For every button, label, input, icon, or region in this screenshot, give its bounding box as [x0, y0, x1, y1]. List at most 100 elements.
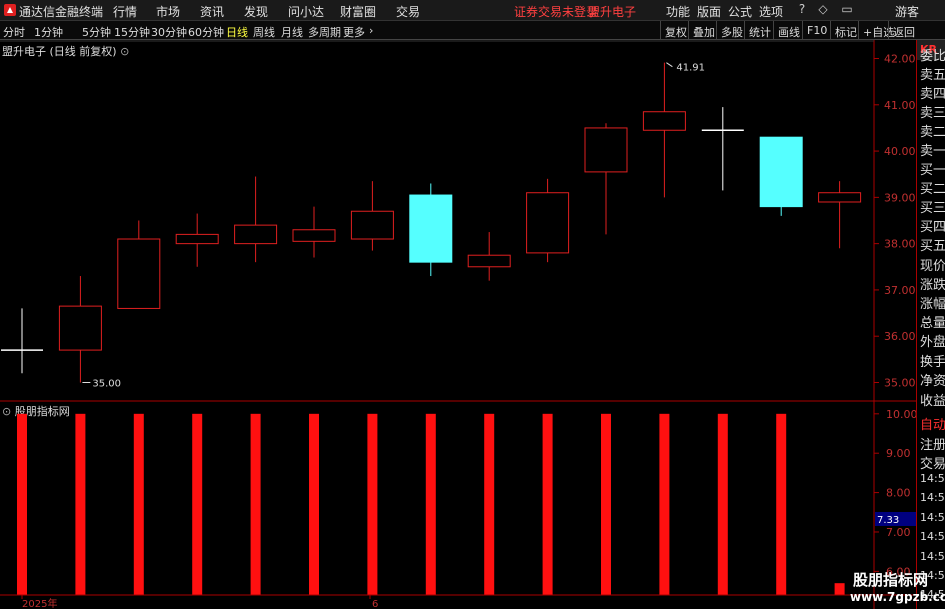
menu-options[interactable]: 选项	[759, 3, 783, 20]
menu-formula[interactable]: 公式	[728, 3, 752, 20]
candle-body	[759, 136, 803, 208]
period-1min[interactable]: 1分钟	[34, 24, 63, 40]
quote-field-label: 外盘	[920, 335, 945, 350]
low-label: 35.00	[92, 378, 121, 389]
quote-field-label: 现价	[920, 259, 945, 274]
quote-field-label: 14:56	[920, 511, 945, 524]
quote-field-label: 卖五	[920, 68, 945, 83]
quote-field-label[interactable]: 交易	[920, 453, 945, 472]
period-more[interactable]: 更多	[343, 24, 365, 40]
y-tick-label: 40.00	[884, 145, 916, 158]
candle-body	[409, 194, 453, 263]
candle-body	[175, 233, 219, 245]
period-monthly[interactable]: 月线	[281, 24, 303, 40]
period-tick[interactable]: 分时	[3, 24, 25, 40]
indicator-bar	[367, 413, 378, 595]
tool-adjust[interactable]: 复权	[660, 21, 691, 40]
menu-news[interactable]: 资讯	[200, 3, 224, 20]
period-toolbar: 分时 1分钟 5分钟 15分钟 30分钟 60分钟 日线 周线 月线 多周期 更…	[0, 21, 945, 40]
quote-field-label[interactable]: 注册	[920, 434, 945, 453]
login-notice[interactable]: 证券交易未登录	[514, 3, 598, 20]
quote-field-label: 换手	[920, 355, 945, 370]
menu-ask[interactable]: 问小达	[288, 3, 324, 20]
menu-trade[interactable]: 交易	[396, 3, 420, 20]
quote-field-label: 买三	[920, 201, 945, 216]
quote-field-label: 卖二	[920, 125, 945, 140]
candle-body	[117, 238, 161, 309]
sub-y-tick-label: 10.00	[886, 408, 916, 421]
skin-icon[interactable]: ◇	[814, 2, 832, 18]
quote-field-label: 涨跌	[920, 278, 945, 293]
tool-mark[interactable]: 标记	[830, 21, 861, 40]
guest-label[interactable]: 游客	[895, 3, 919, 20]
quote-side-panel: KR 委比 卖五 卖四 卖三 卖二 卖一 买一 买二 买三 买四 买五 现价 涨跌 涨幅 总量 外盘 换手 净资收…	[916, 40, 945, 609]
quote-field-label: 卖四	[920, 87, 945, 102]
chart-area[interactable]: 42.00 41.00 40.00 39.00 38.00 37.00 36.00 35.00…	[0, 40, 916, 609]
menu-discover[interactable]: 发现	[244, 3, 268, 20]
menu-wealth-circle[interactable]: 财富圈	[340, 3, 376, 20]
indicator-bar	[425, 413, 436, 595]
sub-y-tick-label: 7.00	[886, 526, 911, 539]
candle-body	[350, 210, 394, 240]
indicator-bar	[834, 583, 845, 595]
indicator-bar	[776, 413, 787, 595]
date-label-year: 2025年	[22, 597, 57, 609]
tool-stats[interactable]: 统计	[744, 21, 775, 40]
menu-market[interactable]: 市场	[156, 3, 180, 20]
y-tick-label: 42.00	[884, 53, 916, 66]
indicator-bar	[309, 413, 319, 595]
quote-field-label: 14:55	[920, 491, 945, 504]
period-60min[interactable]: 60分钟	[188, 24, 224, 40]
candle-body	[234, 224, 278, 245]
quote-field-label: 买二	[920, 182, 945, 197]
period-daily[interactable]: 日线	[226, 24, 248, 40]
candle-body	[292, 229, 336, 242]
quote-field-label: 收益	[920, 394, 945, 409]
quote-field-label: 委比	[920, 49, 945, 64]
high-label: 41.91	[676, 63, 705, 74]
indicator-bar	[484, 413, 495, 595]
app-title: 通达信金融终端	[19, 5, 104, 19]
indicator-bar	[717, 413, 728, 595]
watermark-title: 股朋指标网	[853, 571, 929, 589]
y-tick-label: 39.00	[884, 191, 916, 204]
y-tick-label: 36.00	[884, 330, 916, 343]
tool-overlay[interactable]: 叠加	[688, 21, 719, 40]
indicator-bar	[133, 413, 144, 595]
quote-field-label: 买一	[920, 163, 945, 178]
message-icon[interactable]: ▭	[838, 2, 856, 18]
indicator-bar	[75, 413, 86, 595]
sub-y-tick-label: 8.00	[886, 487, 911, 500]
period-multi[interactable]: 多周期	[308, 24, 341, 40]
tool-f10[interactable]: F10	[802, 21, 831, 40]
sub-y-tick-label: 9.00	[886, 447, 911, 460]
quote-field-label: 买四	[920, 220, 945, 235]
candle-body	[818, 192, 862, 203]
menu-function[interactable]: 功能	[666, 3, 690, 20]
indicator-bar	[250, 413, 261, 595]
current-stock-name: 盟升电子	[588, 5, 637, 19]
y-tick-label: 38.00	[884, 238, 916, 251]
menu-quotes[interactable]: 行情	[113, 3, 137, 20]
tool-multi-stock[interactable]: 多股	[716, 21, 747, 40]
y-tick-label: 37.00	[884, 284, 916, 297]
period-weekly[interactable]: 周线	[253, 24, 275, 40]
period-30min[interactable]: 30分钟	[151, 24, 187, 40]
quote-field-label: 卖一	[920, 144, 945, 159]
menu-layout[interactable]: 版面	[697, 3, 721, 20]
tool-draw[interactable]: 画线	[773, 21, 804, 40]
period-5min[interactable]: 5分钟	[82, 24, 111, 40]
app-window: 通达信金融终端 行情 市场 资讯 发现 问小达 财富圈 交易 证券交易未登录 盟…	[0, 0, 945, 609]
quote-field-label[interactable]: 自动	[920, 414, 945, 433]
chevron-right-icon[interactable]: ›	[369, 24, 373, 37]
y-tick-label: 35.00	[884, 376, 916, 389]
tool-back[interactable]: 返回	[888, 21, 919, 40]
period-15min[interactable]: 15分钟	[114, 24, 150, 40]
quote-field-label: 涨幅	[920, 297, 945, 312]
help-icon[interactable]: ?	[793, 2, 811, 18]
value-box-text: 7.33	[877, 515, 899, 526]
quote-field-label: 净资	[920, 374, 945, 389]
indicator-bar	[192, 413, 203, 595]
quote-field-label: 14:55	[920, 472, 945, 485]
indicator-bar	[542, 413, 553, 595]
